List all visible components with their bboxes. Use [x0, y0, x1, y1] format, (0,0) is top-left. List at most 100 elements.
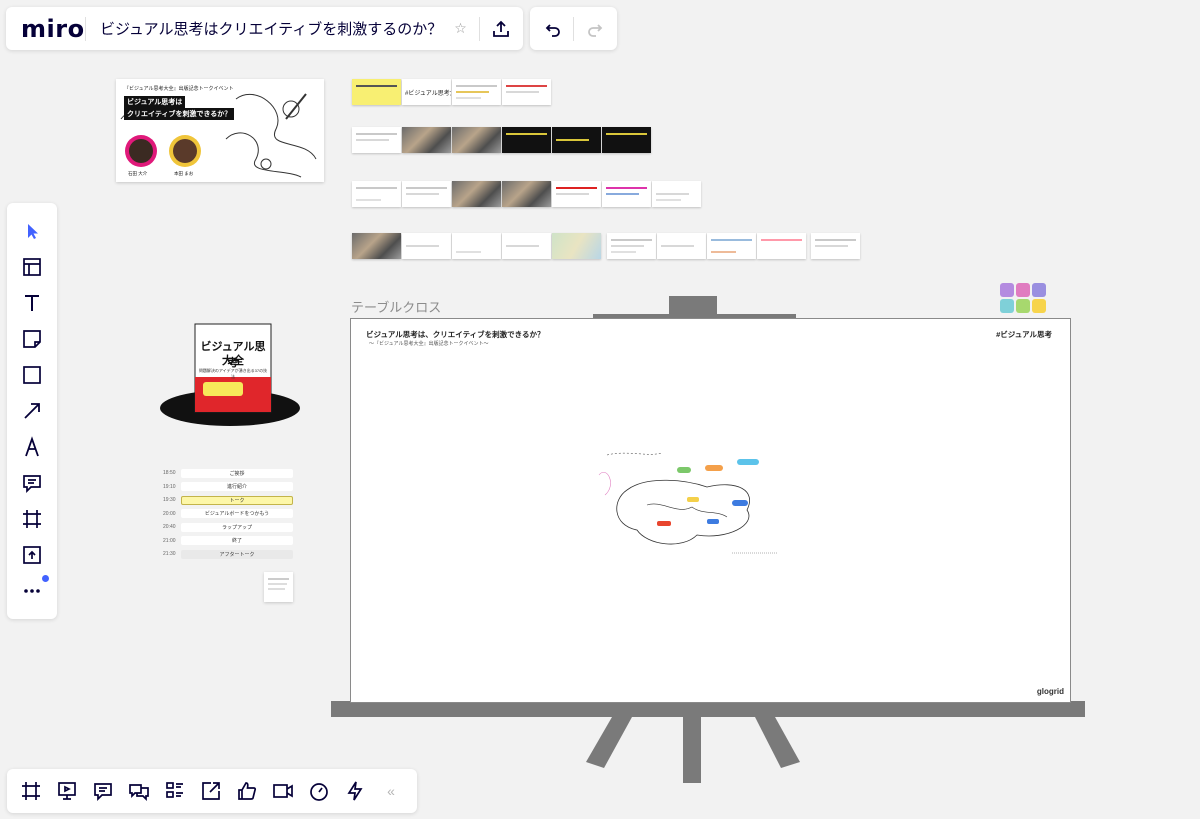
easel-whiteboard[interactable]: ビジュアル思考は、クリエイティブを刺激できるか？ ～『ビジュアル思考大全』出版記… [350, 318, 1071, 703]
slide-thumbnail[interactable] [402, 127, 451, 153]
undo-button[interactable] [530, 7, 573, 50]
video-chat-icon [273, 784, 293, 798]
schedule-row[interactable]: 21:00 終了 [163, 536, 293, 546]
sticky-note-icon [23, 330, 41, 348]
schedule-row[interactable]: 21:30 アフタートーク [163, 549, 293, 559]
book-subtitle: 問題解決のアイデアが湧き出る37の技法 [198, 368, 268, 379]
book-title-line2: 大全 [222, 355, 244, 367]
frames-button[interactable] [13, 769, 49, 813]
slide-thumbnail[interactable] [657, 233, 706, 259]
slide-thumbnail[interactable] [352, 127, 401, 153]
schedule-item: 進行紹介 [181, 482, 293, 491]
presentation-button[interactable] [49, 769, 85, 813]
schedule-row[interactable]: 20:00 ビジュアルボードをつかもう [163, 509, 293, 519]
board-title[interactable]: ビジュアル思考はクリエイティブを刺激するのか？ [86, 18, 450, 39]
schedule-row[interactable]: 20:40 ラップアップ [163, 522, 293, 532]
schedule-time: 19:30 [163, 497, 176, 503]
schedule-item: トーク [181, 495, 293, 505]
schedule-row[interactable]: 19:10 進行紹介 [163, 482, 293, 492]
whiteboard-subtitle: ～『ビジュアル思考大全』出版記念トークイベント～ [369, 341, 489, 347]
slide-thumbnail[interactable] [602, 181, 651, 207]
slide-thumbnail[interactable] [502, 127, 551, 153]
banner-title-line2: クリエイティブを刺激できるか？ [124, 108, 235, 120]
slide-thumbnail[interactable] [707, 233, 756, 259]
slide-thumbnail[interactable] [602, 127, 651, 153]
left-toolbar [7, 203, 57, 619]
slide-thumbnail[interactable] [352, 79, 401, 105]
slide-thumbnail[interactable] [452, 79, 501, 105]
presentation-icon [58, 782, 76, 800]
templates-tool[interactable] [7, 249, 57, 285]
comment-tool[interactable] [7, 465, 57, 501]
pen-icon [25, 436, 39, 457]
voting-icon [238, 782, 257, 800]
sticky-note-tool[interactable] [7, 321, 57, 357]
banner-title-line1: ビジュアル思考は [124, 96, 186, 108]
slide-thumbnail[interactable] [552, 233, 601, 259]
schedule-row[interactable]: 18:50 ご挨拶 [163, 468, 293, 478]
slide-thumbnail[interactable] [452, 233, 501, 259]
banner-doodle-illustration [120, 93, 317, 178]
card-list-button[interactable] [157, 769, 193, 813]
schedule-item: アフタートーク [181, 549, 293, 559]
slide-thumbnail[interactable] [652, 181, 701, 207]
event-banner-card[interactable]: 『ビジュアル思考大全』出版記念トークイベント ビジュアル思考は クリエイティブを… [116, 79, 324, 182]
frame-tool[interactable] [7, 501, 57, 537]
notification-dot [42, 575, 49, 582]
schedule-time: 19:10 [163, 483, 176, 490]
small-note-card[interactable] [264, 572, 293, 602]
slide-thumbnail[interactable] [811, 233, 860, 259]
slide-thumbnail[interactable] [757, 233, 806, 259]
schedule-row[interactable]: 19:30 トーク [163, 495, 293, 505]
redo-button[interactable] [574, 7, 617, 50]
banner-speaker-2: 本田 まお [174, 171, 194, 176]
slide-thumbnail[interactable] [402, 233, 451, 259]
redo-icon [587, 23, 602, 37]
schedule-time: 20:40 [163, 524, 176, 530]
miro-logo[interactable]: miro [6, 15, 85, 43]
pen-tool[interactable] [7, 429, 57, 465]
share-upload-button[interactable] [480, 7, 523, 50]
slide-thumbnail[interactable] [552, 181, 601, 207]
text-icon [25, 295, 39, 311]
star-icon[interactable]: ☆ [450, 20, 479, 37]
comments-button[interactable] [85, 769, 121, 813]
timer-icon [310, 783, 328, 801]
slide-thumbnail[interactable] [452, 127, 501, 153]
arrow-tool[interactable] [7, 393, 57, 429]
slide-thumbnail[interactable] [502, 181, 551, 207]
slide-thumbnail[interactable]: #ビジュアル思考大全 [402, 79, 451, 105]
voting-button[interactable] [229, 769, 265, 813]
text-tool[interactable] [7, 285, 57, 321]
slide-thumbnail[interactable] [402, 181, 451, 207]
more-tools-button[interactable] [7, 573, 57, 609]
arrow-icon [24, 403, 40, 419]
chat-icon [129, 784, 149, 802]
select-tool[interactable] [7, 213, 57, 249]
slide-thumbnail[interactable] [352, 181, 401, 207]
slide-thumbnail[interactable] [452, 181, 501, 207]
upload-icon [23, 546, 41, 564]
frame-icon [23, 510, 41, 528]
slide-thumbnail[interactable] [352, 233, 401, 259]
schedule-time: 21:00 [163, 537, 176, 544]
screen-share-button[interactable] [193, 769, 229, 813]
chat-button[interactable] [121, 769, 157, 813]
schedule-item: ご挨拶 [181, 468, 293, 478]
schedule-time: 20:00 [163, 510, 176, 517]
slide-thumbnail[interactable] [607, 233, 656, 259]
shape-icon [23, 366, 41, 384]
comments-icon [94, 783, 112, 802]
upload-tool[interactable] [7, 537, 57, 573]
shape-tool[interactable] [7, 357, 57, 393]
undo-redo-bar [530, 7, 617, 50]
video-chat-button[interactable] [265, 769, 301, 813]
whiteboard-title: ビジュアル思考は、クリエイティブを刺激できるか？ [366, 330, 545, 339]
slide-thumbnail[interactable] [502, 233, 551, 259]
slide-thumbnail[interactable] [502, 79, 551, 105]
schedule-item: ビジュアルボードをつかもう [181, 509, 293, 518]
slide-thumbnail[interactable] [552, 127, 601, 153]
more-icon [24, 589, 40, 593]
share-upload-icon [493, 20, 510, 37]
whiteboard-hashtag: #ビジュアル思考 [996, 330, 1052, 339]
